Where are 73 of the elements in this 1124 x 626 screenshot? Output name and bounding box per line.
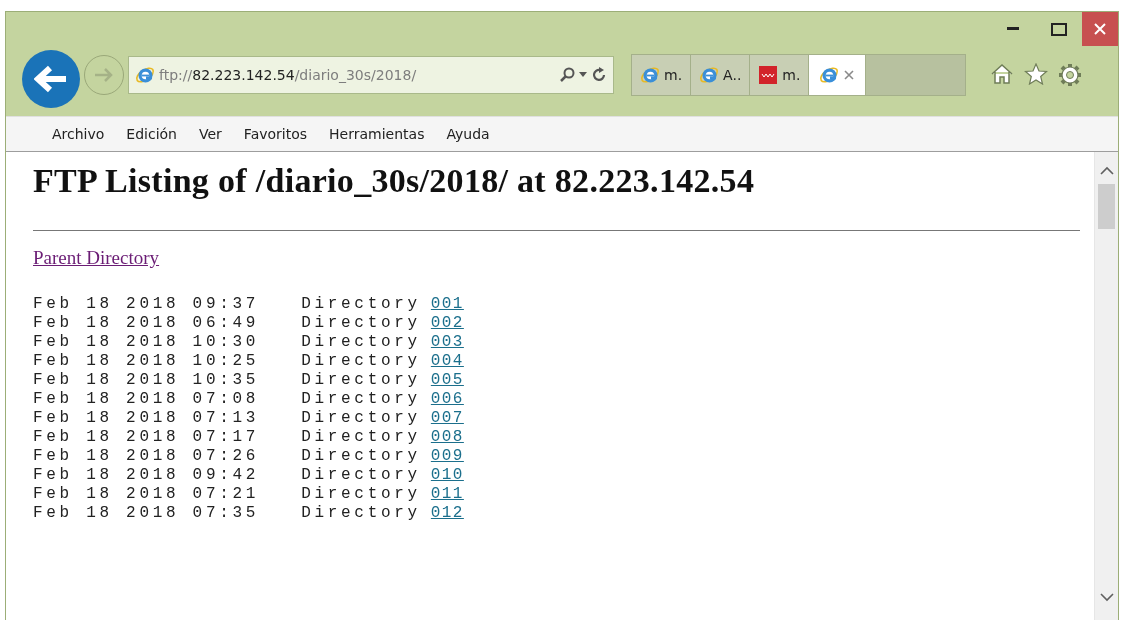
url-text: ftp://82.223.142.54/diario_30s/2018/	[159, 67, 418, 83]
date-text: Feb 18 2018 09:42	[33, 466, 260, 485]
type-text: Directory	[301, 466, 421, 485]
menu-item[interactable]: Edición	[126, 124, 177, 144]
scroll-down-icon[interactable]	[1099, 592, 1114, 602]
directory-link[interactable]: 006	[430, 390, 464, 409]
type-text: Directory	[301, 447, 421, 466]
browser-logo-icon	[819, 65, 840, 85]
refresh-icon[interactable]	[591, 67, 607, 83]
address-bar[interactable]: ftp://82.223.142.54/diario_30s/2018/	[128, 56, 614, 94]
page-heading: FTP Listing of /diario_30s/2018/ at 82.223.142.54	[33, 162, 756, 200]
directory-link[interactable]: 009	[430, 447, 464, 466]
star-icon[interactable]	[1024, 63, 1048, 85]
menu-item[interactable]: Ayuda	[446, 124, 490, 144]
browser-tab[interactable]	[809, 55, 867, 95]
back-button[interactable]	[22, 50, 80, 108]
close-window-button[interactable]	[1082, 12, 1118, 46]
scroll-up-icon[interactable]	[1099, 166, 1114, 176]
close-tab-icon[interactable]	[843, 69, 856, 81]
date-text: Feb 18 2018 07:35	[33, 504, 260, 523]
type-text: Directory	[301, 485, 421, 504]
date-text: Feb 18 2018 07:13	[33, 409, 260, 428]
directory-link[interactable]: 007	[430, 409, 464, 428]
date-text: Feb 18 2018 10:35	[33, 371, 260, 390]
browser-tab[interactable]: A..	[691, 55, 751, 95]
scroll-thumb[interactable]	[1098, 184, 1115, 229]
maximize-icon[interactable]	[1051, 22, 1067, 36]
menu-item[interactable]: Ver	[199, 124, 222, 144]
dropdown-caret-icon[interactable]	[579, 72, 587, 78]
directory-link[interactable]: 008	[430, 428, 464, 447]
date-text: Feb 18 2018 07:21	[33, 485, 260, 504]
menu-item[interactable]: Favoritos	[243, 124, 308, 144]
minimize-icon[interactable]	[1007, 27, 1019, 31]
date-text: Feb 18 2018 07:17	[33, 428, 260, 447]
search-icon[interactable]	[559, 67, 575, 83]
date-text: Feb 18 2018 09:37	[33, 295, 260, 314]
close-icon	[1094, 23, 1106, 35]
browser-tab[interactable]: m.	[750, 55, 810, 95]
type-text: Directory	[301, 371, 421, 390]
date-text: Feb 18 2018 06:49	[33, 314, 260, 333]
directory-link[interactable]: 002	[430, 314, 464, 333]
menu-item[interactable]: Herramientas	[329, 124, 425, 144]
settings-icon[interactable]	[1058, 63, 1082, 87]
directory-link[interactable]: 012	[430, 504, 464, 523]
directory-link[interactable]: 005	[430, 371, 464, 390]
site-logo-icon	[758, 65, 779, 85]
type-text: Directory	[301, 352, 421, 371]
browser-logo-icon	[135, 65, 155, 85]
menu-item[interactable]: Archivo	[52, 124, 105, 144]
arrow-right-icon	[93, 66, 115, 84]
directory-link[interactable]: 004	[430, 352, 464, 371]
browser-tab[interactable]: m.	[632, 55, 692, 95]
directory-link[interactable]: 001	[430, 295, 464, 314]
date-text: Feb 18 2018 07:26	[33, 447, 260, 466]
parent-directory-link[interactable]: Parent Directory	[33, 247, 160, 268]
type-text: Directory	[301, 428, 421, 447]
directory-link[interactable]: 011	[430, 485, 464, 504]
date-text: Feb 18 2018 10:30	[33, 333, 260, 352]
browser-logo-icon	[699, 65, 720, 85]
type-text: Directory	[301, 504, 421, 523]
directory-link[interactable]: 010	[430, 466, 464, 485]
arrow-left-icon	[34, 65, 68, 93]
type-text: Directory	[301, 333, 421, 352]
type-text: Directory	[301, 390, 421, 409]
directory-link[interactable]: 003	[430, 333, 464, 352]
type-text: Directory	[301, 314, 421, 333]
type-text: Directory	[301, 295, 421, 314]
type-text: Directory	[301, 409, 421, 428]
scrollbar[interactable]	[1094, 152, 1118, 620]
date-text: Feb 18 2018 07:08	[33, 390, 260, 409]
home-icon[interactable]	[990, 63, 1014, 85]
date-text: Feb 18 2018 10:25	[33, 352, 260, 371]
browser-logo-icon	[640, 65, 660, 85]
